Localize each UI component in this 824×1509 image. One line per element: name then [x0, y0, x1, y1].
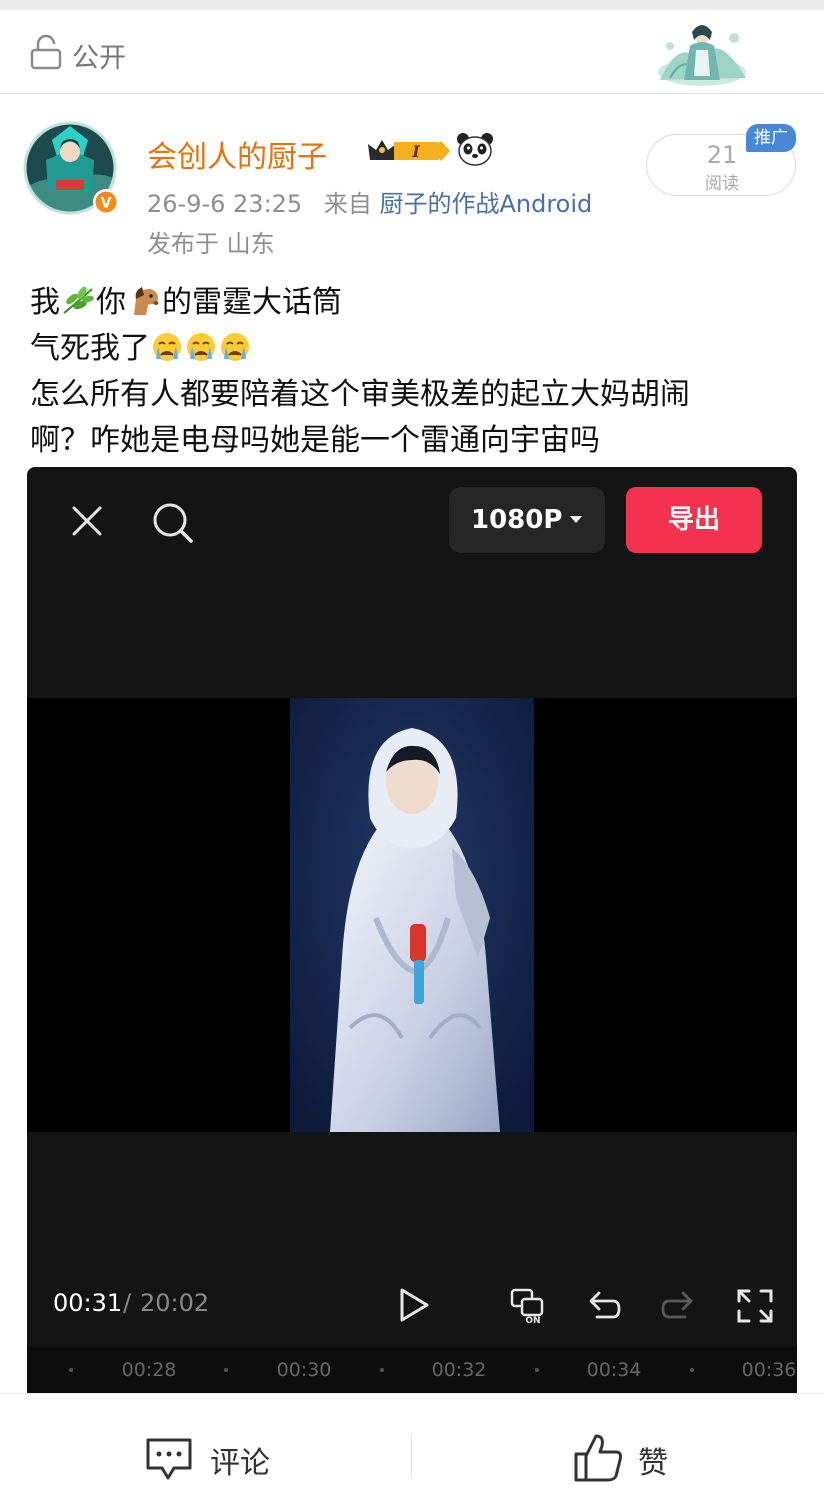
timeline-dot — [380, 1368, 384, 1372]
crown-level-number: I — [411, 142, 420, 161]
privacy-label[interactable]: 公开 — [72, 36, 126, 75]
video-frame[interactable] — [27, 698, 797, 1132]
comment-button[interactable]: 评论 — [210, 1438, 270, 1482]
caption-on-icon[interactable]: ON — [509, 1287, 549, 1325]
post-text-segment: 气死我了 — [30, 331, 150, 366]
thumbs-up-icon[interactable] — [572, 1432, 624, 1484]
decoration-character-image — [658, 25, 746, 86]
user-name[interactable]: 会创人的厨子 — [147, 132, 327, 176]
timeline-label: 00:28 — [121, 1359, 177, 1381]
action-divider — [411, 1434, 412, 1478]
timeline-label: 00:36 — [741, 1359, 797, 1381]
timeline-label: 00:32 — [431, 1359, 487, 1381]
action-bar: 评论 赞 — [0, 1393, 824, 1509]
post-source[interactable]: 厨子的作战Android — [379, 190, 592, 218]
timeline-dot — [535, 1368, 539, 1372]
panda-icon — [457, 133, 493, 166]
like-button[interactable]: 赞 — [638, 1438, 668, 1482]
export-button[interactable]: 导出 — [626, 487, 762, 553]
video-editor-image[interactable]: 1080P 导出 00:31 / 20:02 ON 00:28 00:30 00… — [27, 467, 797, 1393]
crying-emoji — [153, 333, 181, 361]
location-prefix: 发布于 — [147, 230, 219, 258]
crying-emoji — [187, 333, 215, 361]
timeline-dot — [224, 1368, 228, 1372]
post-line-4: 啊？咋她是电母吗她是能一个雷通向宇宙吗 — [30, 423, 600, 458]
comment-icon[interactable] — [144, 1436, 194, 1482]
post-line-2: 气死我了 — [30, 326, 810, 372]
lock-open-icon[interactable] — [30, 34, 62, 70]
quality-value: 1080P — [471, 505, 563, 535]
fullscreen-icon[interactable] — [735, 1287, 775, 1325]
crown-level-badge[interactable]: I — [364, 134, 450, 168]
post-text-segment: 你 — [96, 285, 126, 320]
promo-tag[interactable]: 推广 — [746, 124, 796, 152]
time-current: 00:31 — [53, 1289, 123, 1317]
close-icon[interactable] — [71, 505, 103, 537]
horse-emoji — [134, 287, 159, 315]
caption-on-text: ON — [525, 1316, 540, 1325]
undo-icon[interactable] — [583, 1287, 623, 1325]
crying-emoji — [221, 333, 249, 361]
caret-down-icon — [570, 516, 583, 523]
time-separator: / — [123, 1289, 132, 1317]
search-icon[interactable] — [151, 501, 195, 545]
post-text-segment: 的雷霆大话筒 — [162, 285, 342, 320]
top-strip — [0, 0, 824, 10]
leaf-emoji — [63, 286, 94, 314]
redo-icon[interactable] — [659, 1287, 699, 1325]
privacy-bar: 公开 — [0, 10, 824, 94]
performer-still-image — [290, 698, 534, 1132]
time-total: 20:02 — [140, 1289, 210, 1317]
timeline-dot — [69, 1368, 73, 1372]
read-label: 阅读 — [705, 174, 739, 194]
quality-select[interactable]: 1080P — [449, 487, 605, 553]
post-text-segment: 我 — [30, 285, 60, 320]
post-meta: 26-9-6 23:25 来自 厨子的作战Android — [147, 184, 592, 219]
post-time: 26-9-6 23:25 — [147, 190, 303, 218]
verified-badge: V — [101, 196, 112, 212]
timeline-label: 00:34 — [586, 1359, 642, 1381]
post-text: 我 你 的雷霆大话筒 气死我了 怎么所有人都要陪着这个审美极差的起立大妈胡闹 啊？咋… — [30, 280, 810, 464]
source-prefix: 来自 — [323, 190, 372, 218]
post-location: 发布于 山东 — [147, 224, 275, 259]
post-line-1: 我 你 的雷霆大话筒 — [30, 280, 810, 326]
post-line-3: 怎么所有人都要陪着这个审美极差的起立大妈胡闹 — [30, 377, 690, 412]
timeline-dot — [690, 1368, 694, 1372]
play-icon[interactable] — [398, 1287, 430, 1323]
timeline-label: 00:30 — [276, 1359, 332, 1381]
location-value: 山东 — [226, 230, 275, 258]
timeline-ruler[interactable]: 00:28 00:30 00:32 00:34 00:36 — [27, 1347, 797, 1393]
avatar[interactable]: V — [22, 120, 124, 222]
